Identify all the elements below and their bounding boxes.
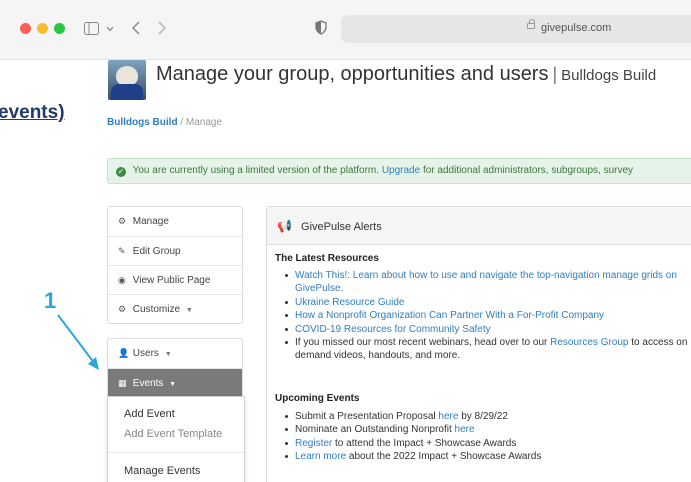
annotation-arrow-icon — [57, 314, 99, 370]
resource-link-covid[interactable]: COVID-19 Resources for Community Safety — [295, 324, 491, 335]
events-dropdown-menu: Add Event Add Event Template Manage Even… — [107, 396, 245, 482]
list-item-text: about the 2022 Impact + Showcase Awards — [348, 451, 542, 463]
list-item: Register to attend the Impact + Showcase… — [285, 437, 691, 450]
org-name: Bulldogs Build — [561, 67, 657, 84]
cogs-icon: ⚙ — [118, 304, 127, 314]
latest-resources-heading: The Latest Resources — [275, 253, 379, 264]
minimize-window-button[interactable] — [37, 23, 48, 34]
menu-divider — [108, 452, 244, 453]
learn-more-link[interactable]: Learn more — [295, 451, 346, 462]
pencil-icon: ✎ — [118, 246, 126, 256]
annotation-events-label: events) — [0, 102, 65, 123]
back-icon[interactable] — [132, 21, 140, 35]
upcoming-events-heading: Upcoming Events — [275, 393, 360, 404]
address-bar[interactable]: givepulse.com — [341, 15, 691, 43]
sidebar-item-label: Manage — [132, 216, 169, 227]
check-circle-icon: ✓ — [116, 167, 126, 177]
notice-text: You are currently using a limited versio… — [132, 165, 380, 176]
nominate-here-link[interactable]: here — [455, 424, 475, 435]
zoom-window-button[interactable] — [54, 23, 65, 34]
list-item-text: Nominate an Outstanding Nonprofit — [295, 424, 452, 436]
group-avatar[interactable] — [108, 60, 146, 100]
list-item: Ukraine Resource Guide — [285, 296, 691, 309]
lock-icon — [527, 19, 535, 29]
title-separator: | — [552, 64, 558, 84]
menu-item-add-event[interactable]: Add Event — [124, 408, 175, 420]
user-icon: 👤 — [118, 348, 130, 358]
sidebar-item-label: Edit Group — [132, 246, 181, 257]
resource-link-nonprofit-partner[interactable]: How a Nonprofit Organization Can Partner… — [295, 310, 604, 321]
cogs-icon: ⚙ — [118, 216, 127, 226]
eye-icon: ◉ — [118, 275, 126, 285]
sidebar-item-view-public-page[interactable]: ◉ View Public Page — [108, 265, 242, 294]
upgrade-link[interactable]: Upgrade — [382, 165, 420, 176]
upcoming-events-list: Submit a Presentation Proposal here by 8… — [285, 410, 691, 464]
sidebar-group-people: 👤 Users ▼ ▦ Events ▼ — [107, 338, 243, 398]
resource-link-ukraine-guide[interactable]: Ukraine Resource Guide — [295, 297, 405, 308]
list-item: If you missed our most recent webinars, … — [285, 336, 691, 363]
latest-resources-list: Watch This!: Learn about how to use and … — [285, 269, 691, 363]
forward-icon[interactable] — [158, 21, 166, 35]
list-item: How a Nonprofit Organization Can Partner… — [285, 309, 691, 322]
sidebar-item-label: Users — [132, 348, 159, 359]
sidebar-item-label: Customize — [132, 304, 181, 315]
annotation-step-number: 1 — [44, 288, 57, 313]
resources-group-link[interactable]: Resources Group — [550, 337, 628, 348]
close-window-button[interactable] — [20, 23, 31, 34]
list-item-text: by 8/29/22 — [461, 411, 508, 422]
sidebar-item-edit-group[interactable]: ✎ Edit Group — [108, 236, 242, 265]
sidebar-item-manage[interactable]: ⚙ Manage — [108, 207, 242, 236]
list-item-text: If you missed our most recent webinars, … — [295, 337, 548, 349]
sidebar-item-label: View Public Page — [132, 275, 211, 286]
list-item-text: Submit a Presentation Proposal — [295, 411, 436, 422]
caret-down-icon: ▼ — [185, 307, 193, 314]
breadcrumb-link-group[interactable]: Bulldogs Build — [107, 117, 178, 128]
address-url: givepulse.com — [541, 22, 612, 34]
breadcrumb-current: Manage — [185, 117, 223, 128]
sidebar-item-customize[interactable]: ⚙ Customize ▼ — [108, 294, 242, 323]
calendar-icon: ▦ — [118, 378, 127, 388]
proposal-here-link[interactable]: here — [438, 411, 458, 422]
avatar-face — [116, 66, 138, 86]
notice-text-tail: for additional administrators, subgroups… — [422, 165, 634, 176]
sidebar-icon[interactable] — [84, 22, 99, 35]
megaphone-icon: 📢 — [277, 219, 292, 233]
caret-down-icon: ▼ — [164, 351, 172, 358]
list-item: Watch This!: Learn about how to use and … — [285, 269, 691, 296]
avatar-shirt — [111, 84, 143, 100]
browser-toolbar: givepulse.com — [0, 0, 691, 60]
page-title: Manage your group, opportunities and use… — [156, 63, 656, 86]
sidebar-group-main: ⚙ Manage ✎ Edit Group ◉ View Public Page… — [107, 206, 243, 324]
shield-icon[interactable] — [315, 20, 327, 35]
resource-link-watch-this[interactable]: Watch This!: Learn about how to use and … — [295, 270, 677, 294]
list-item-text: to attend the Impact + Showcase Awards — [335, 437, 517, 449]
list-item: Learn more about the 2022 Impact + Showc… — [285, 450, 691, 463]
sidebar-item-label: Events — [132, 378, 164, 389]
caret-down-icon: ▼ — [169, 381, 177, 388]
sidebar-item-users[interactable]: 👤 Users ▼ — [108, 339, 242, 368]
menu-item-add-event-template[interactable]: Add Event Template — [124, 428, 222, 440]
chevron-down-icon[interactable] — [106, 26, 114, 32]
sidebar-item-events[interactable]: ▦ Events ▼ — [108, 368, 242, 397]
breadcrumb: Bulldogs Build / Manage — [107, 117, 222, 128]
list-item: Submit a Presentation Proposal here by 8… — [285, 410, 691, 423]
list-item: Nominate an Outstanding Nonprofit here — [285, 423, 691, 436]
limited-version-notice: ✓ You are currently using a limited vers… — [107, 158, 691, 184]
page-title-text: Manage your group, opportunities and use… — [156, 63, 549, 85]
givepulse-alerts-panel: 📢 GivePulse Alerts The Latest Resources … — [266, 206, 691, 482]
breadcrumb-separator: / — [180, 117, 184, 128]
register-link[interactable]: Register — [295, 438, 332, 449]
menu-item-manage-events[interactable]: Manage Events — [124, 465, 200, 477]
list-item: COVID-19 Resources for Community Safety — [285, 323, 691, 336]
alerts-panel-header: 📢 GivePulse Alerts — [267, 207, 691, 245]
alerts-panel-title: GivePulse Alerts — [301, 221, 382, 233]
